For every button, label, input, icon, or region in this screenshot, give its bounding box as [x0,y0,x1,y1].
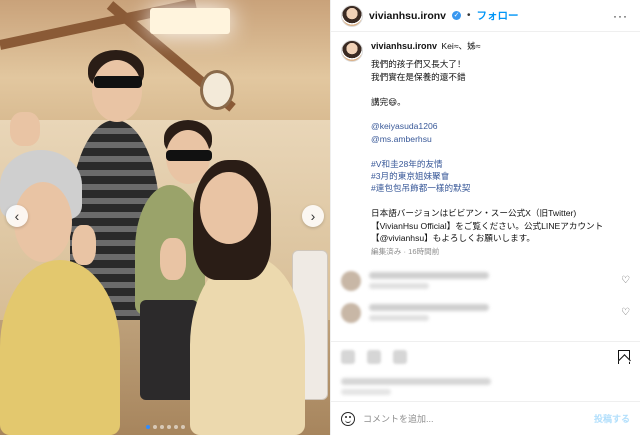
post-content: vivianhsu.ironv Kei≈、姊≈ 我們的孩子們又長大了！ 我們實在… [331,32,640,341]
avatar[interactable] [341,4,363,27]
photo-ceiling-light [150,8,230,34]
comment-text-blurred [369,304,613,322]
sunglasses [94,76,142,88]
peace-sign-hand [160,238,186,280]
caption-line: 講完😄。 [371,96,406,107]
carousel-dot [180,425,185,429]
caption-line [371,83,603,95]
caption-first-line: vivianhsu.ironv Kei≈、姊≈ [371,40,603,52]
caption-username[interactable]: vivianhsu.ironv [371,41,437,51]
carousel-dot [166,425,171,429]
peace-sign-hand [10,112,40,146]
caption-meta: 編集済み · 16時間前 [371,247,440,257]
more-options-icon[interactable]: ··· [613,9,628,23]
verified-badge-icon: ✓ [452,11,462,20]
person-head [200,172,258,244]
caption-line [371,195,603,207]
comment-input[interactable] [363,413,586,424]
caption-avatar[interactable] [341,40,363,62]
mention-link[interactable]: @keiyasuda1206 [371,120,603,132]
caption-line: 【@vivianhsu】もよろしくお願いします。 [371,233,536,244]
header-separator: • [467,10,471,21]
post-header: vivianhsu.ironv ✓ • フォロー ··· [331,0,640,32]
comment-item: ♡ [341,270,630,291]
photo-prev-button[interactable]: ‹ [6,205,28,227]
sunglasses [166,150,212,161]
emoji-icon[interactable] [341,411,355,426]
heart-icon[interactable]: ♡ [621,307,630,318]
carousel-dot [159,425,164,429]
heart-icon[interactable]: ♡ [621,275,630,286]
caption-line [371,108,603,120]
carousel-dot [145,425,150,429]
likes-summary-blurred [331,371,640,401]
mention-link[interactable]: @ms.amberhsu [371,133,603,145]
caption-line: 【VivianHsu Official】をご覧ください。公式LINEアカウント [371,220,604,231]
comment-composer: 投稿する [331,401,640,435]
bookmark-icon[interactable] [618,349,630,364]
comment-item: ♡ [341,302,630,323]
follow-button[interactable]: フォロー [477,8,519,23]
photo-next-button[interactable]: › [302,205,324,227]
hashtag-link[interactable]: #3月的東京姐妹聚會 [371,170,603,182]
caption-line: 我們實在是保養的還不錯 [371,71,466,82]
peace-sign-hand [72,225,96,265]
post-photo[interactable]: ‹ › [0,0,330,435]
caption-line: 我們的孩子們又長大了！ [371,59,466,70]
person-yellow-sweater [190,255,305,435]
carousel-dot [152,425,157,429]
caption-body: vivianhsu.ironv Kei≈、姊≈ 我們的孩子們又長大了！ 我們實在… [371,40,603,259]
hashtag-link[interactable]: #V和圭28年的友情 [371,158,603,170]
post-side-panel: vivianhsu.ironv ✓ • フォロー ··· vivianhsu.i… [330,0,640,435]
header-username[interactable]: vivianhsu.ironv [369,10,446,22]
caption-row: vivianhsu.ironv Kei≈、姊≈ 我們的孩子們又長大了！ 我們實在… [341,40,630,259]
comment-avatar[interactable] [341,270,361,291]
carousel-dots [0,425,330,429]
hashtag-link[interactable]: #連包包吊飾都一樣的默契 [371,182,603,194]
comment-text-blurred [369,272,613,290]
post-comment-button[interactable]: 投稿する [594,412,630,425]
like-icon[interactable] [341,349,355,364]
caption-line [371,145,603,157]
caption-title: Kei≈、姊≈ [441,41,481,51]
caption-line: 日本語バージョンはビビアン・スー公式X（旧Twitter) [371,208,577,219]
person-head [92,60,142,122]
instagram-post: ‹ › vivianhsu.ironv ✓ • フォロー ··· vivianh… [0,0,640,435]
person-mustard-sweater [0,260,120,435]
comment-icon[interactable] [367,349,381,364]
action-bar [331,341,640,371]
photo-round-mirror [200,70,234,110]
share-icon[interactable] [393,349,407,364]
carousel-dot [173,425,178,429]
comment-avatar[interactable] [341,302,361,323]
